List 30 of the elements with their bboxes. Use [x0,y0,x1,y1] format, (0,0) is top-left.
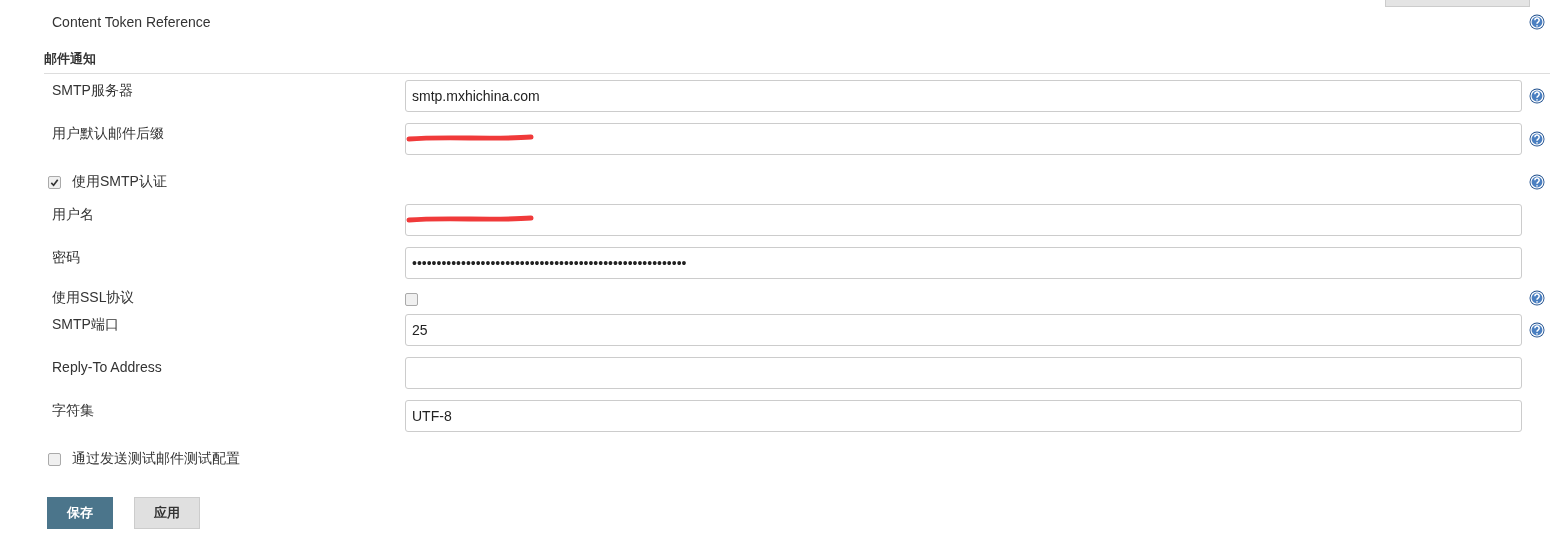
save-button[interactable]: 保存 [47,497,113,529]
input-field[interactable] [405,123,1522,155]
field-label: 用户默认邮件后缀 [52,124,165,143]
field-label: Reply-To Address [52,358,163,375]
apply-button[interactable]: 应用 [134,497,200,529]
field-label: 字符集 [52,401,95,420]
section-heading: 邮件通知 [44,50,1550,74]
field-label: 用户名 [52,205,95,224]
checkbox[interactable] [48,175,61,189]
input-field[interactable]: smtp.mxhichina.com [405,80,1522,112]
field-label: SMTP服务器 [52,81,134,100]
checkbox-label: 使用SMTP认证 [72,173,167,191]
checkbox[interactable] [405,292,418,306]
input-field[interactable] [405,357,1522,389]
checkbox-label: 通过发送测试邮件测试配置 [72,450,240,468]
help-icon[interactable] [1529,322,1545,338]
input-field[interactable]: •••••••••••••••••••••••••••••••••••••••••••••••••••••••• [405,247,1522,279]
field-label: 使用SSL协议 [52,289,136,307]
help-icon[interactable] [1529,88,1545,104]
input-field[interactable] [405,204,1522,236]
field-label: 密码 [52,248,81,267]
input-field[interactable]: 25 [405,314,1522,346]
help-icon[interactable] [1529,174,1545,190]
help-icon[interactable] [1529,14,1545,30]
field-label: SMTP端口 [52,315,120,334]
help-icon[interactable] [1529,290,1545,306]
input-field[interactable]: UTF-8 [405,400,1522,432]
field-label: Content Token Reference [52,14,212,30]
checkbox[interactable] [48,452,61,466]
help-icon[interactable] [1529,131,1545,147]
